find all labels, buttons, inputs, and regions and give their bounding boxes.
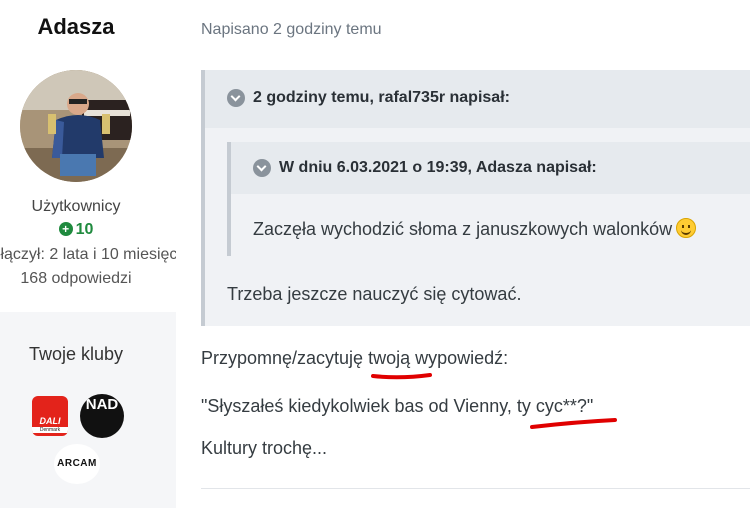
club-dali-sub: Denmark bbox=[32, 427, 68, 433]
quote-outer-title: 2 godziny temu, rafal735r napisał: bbox=[253, 89, 510, 106]
clubs-title: Twoje kluby bbox=[28, 344, 124, 364]
author-info: Adasza Użytkownicy +10 Dołączył: 2 lata … bbox=[0, 0, 176, 312]
quote-outer: 2 godziny temu, rafal735r napisał: W dni… bbox=[201, 70, 750, 326]
quote-inner-title: W dniu 6.03.2021 o 19:39, Adasza napisał… bbox=[279, 159, 597, 176]
club-nad-label: NAD bbox=[85, 396, 119, 413]
author-name[interactable]: Adasza bbox=[0, 14, 152, 40]
user-group: Użytkownicy bbox=[31, 198, 121, 215]
club-nad-logo[interactable]: NAD bbox=[80, 394, 124, 438]
chevron-down-circle-icon[interactable] bbox=[253, 159, 271, 177]
club-dali-logo[interactable]: DALI Denmark bbox=[32, 396, 68, 436]
chevron-down-circle-icon[interactable] bbox=[227, 89, 245, 107]
post-line-2: "Słyszałeś kiedykolwiek bas od Vienny, t… bbox=[201, 396, 594, 416]
reputation-badge[interactable]: +10 bbox=[0, 221, 152, 239]
post-timestamp[interactable]: Napisano 2 godziny temu bbox=[201, 21, 382, 39]
red-underline-1 bbox=[371, 373, 432, 380]
quote-outer-text: Trzeba jeszcze nauczyć się cytować. bbox=[227, 284, 522, 304]
smile-emoji-icon bbox=[676, 218, 697, 238]
quote-inner-body: Zaczęła wychodzić słoma z januszkowych w… bbox=[253, 219, 673, 239]
quote-outer-header[interactable]: 2 godziny temu, rafal735r napisał: bbox=[205, 70, 750, 128]
member-since: Dołączył: 2 lata i 10 miesięcy bbox=[0, 246, 176, 263]
plus-circle-icon: + bbox=[58, 222, 73, 236]
quote-inner-text: Zaczęła wychodzić słoma z januszkowych w… bbox=[253, 218, 697, 240]
author-sidebar: Adasza Użytkownicy +10 Dołączył: 2 lata … bbox=[0, 0, 176, 508]
club-arcam-label: ARCAM bbox=[57, 458, 97, 469]
red-underline-2 bbox=[530, 418, 617, 429]
quote-inner: W dniu 6.03.2021 o 19:39, Adasza napisał… bbox=[227, 142, 750, 256]
post-count: 168 odpowiedzi bbox=[20, 270, 132, 287]
quote-inner-header[interactable]: W dniu 6.03.2021 o 19:39, Adasza napisał… bbox=[231, 142, 750, 194]
post-line-1: Przypomnę/zacytuję twoją wypowiedź: bbox=[201, 348, 509, 368]
avatar[interactable] bbox=[20, 70, 132, 182]
post-divider bbox=[201, 488, 750, 489]
post-line-3: Kultury trochę... bbox=[201, 438, 328, 458]
club-dali-label: DALI bbox=[39, 416, 61, 426]
club-arcam-logo[interactable]: ARCAM bbox=[54, 444, 100, 484]
reputation-value: 10 bbox=[75, 221, 94, 238]
